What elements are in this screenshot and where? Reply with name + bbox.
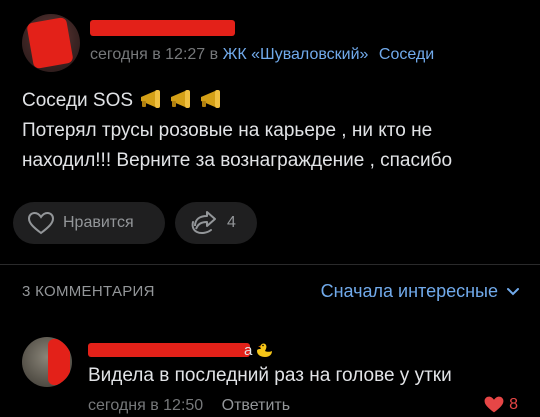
megaphone-icon <box>141 90 161 108</box>
comments-bar: 3 КОММЕНТАРИЯ Сначала интересные <box>22 281 520 305</box>
post-meta: сегодня в 12:27 в ЖК «Шуваловский» Сосед… <box>90 46 434 64</box>
author-name[interactable] <box>90 20 235 36</box>
post-in: в <box>209 46 219 63</box>
post-text-line2: Потерял трусы розовые на карьере , ни кт… <box>22 120 433 141</box>
share-count: 4 <box>227 214 236 231</box>
section-link[interactable]: Соседи <box>379 46 434 63</box>
redaction-mark <box>26 16 74 70</box>
sort-dropdown[interactable]: Сначала интересные <box>321 281 520 302</box>
megaphone-emojis <box>139 89 225 109</box>
megaphone-icon <box>171 90 191 108</box>
redaction-mark <box>48 339 70 385</box>
comment-like-count: 8 <box>509 395 518 413</box>
chevron-down-icon <box>507 287 519 295</box>
post-actions: Нравится 4 <box>13 202 257 244</box>
post-text-line1-wrap: Соседи SOS <box>22 86 522 116</box>
commenter-name-suffix: а <box>244 341 274 359</box>
commenter-avatar[interactable] <box>22 337 72 387</box>
comment-meta: сегодня в 12:50 Ответить <box>88 397 290 415</box>
author-avatar[interactable] <box>22 14 80 72</box>
sort-label: Сначала интересные <box>320 281 498 301</box>
share-button[interactable]: 4 <box>175 202 257 244</box>
post-text-line3: находил!!! Верните за вознаграждение , с… <box>22 150 453 171</box>
post-time[interactable]: сегодня в 12:27 <box>90 46 205 63</box>
like-button[interactable]: Нравится <box>13 202 165 244</box>
reply-button[interactable]: Ответить <box>222 397 290 414</box>
commenter-name[interactable] <box>88 343 250 357</box>
commenter-name-suffix-text: а <box>244 341 253 359</box>
comments-count: 3 КОММЕНТАРИЯ <box>22 283 155 300</box>
heart-icon <box>27 211 55 235</box>
divider <box>0 264 540 265</box>
share-icon <box>191 211 216 235</box>
comment-text: Видела в последний раз на голове у утки <box>88 365 452 386</box>
post-text-line1: Соседи SOS <box>22 90 134 111</box>
duck-icon <box>257 343 273 357</box>
post-text: Соседи SOS Потерял трусы розовые на карь… <box>22 86 522 176</box>
post-header: сегодня в 12:27 в ЖК «Шуваловский» Сосед… <box>22 14 522 74</box>
comment-like-button[interactable]: 8 <box>483 395 518 414</box>
comment-item: а Видела в последний раз на голове у утк… <box>22 337 520 417</box>
heart-filled-icon <box>484 396 504 413</box>
group-link[interactable]: ЖК «Шуваловский» <box>223 46 369 63</box>
megaphone-icon <box>201 90 221 108</box>
comment-time: сегодня в 12:50 <box>88 397 204 414</box>
like-label: Нравится <box>63 214 134 231</box>
